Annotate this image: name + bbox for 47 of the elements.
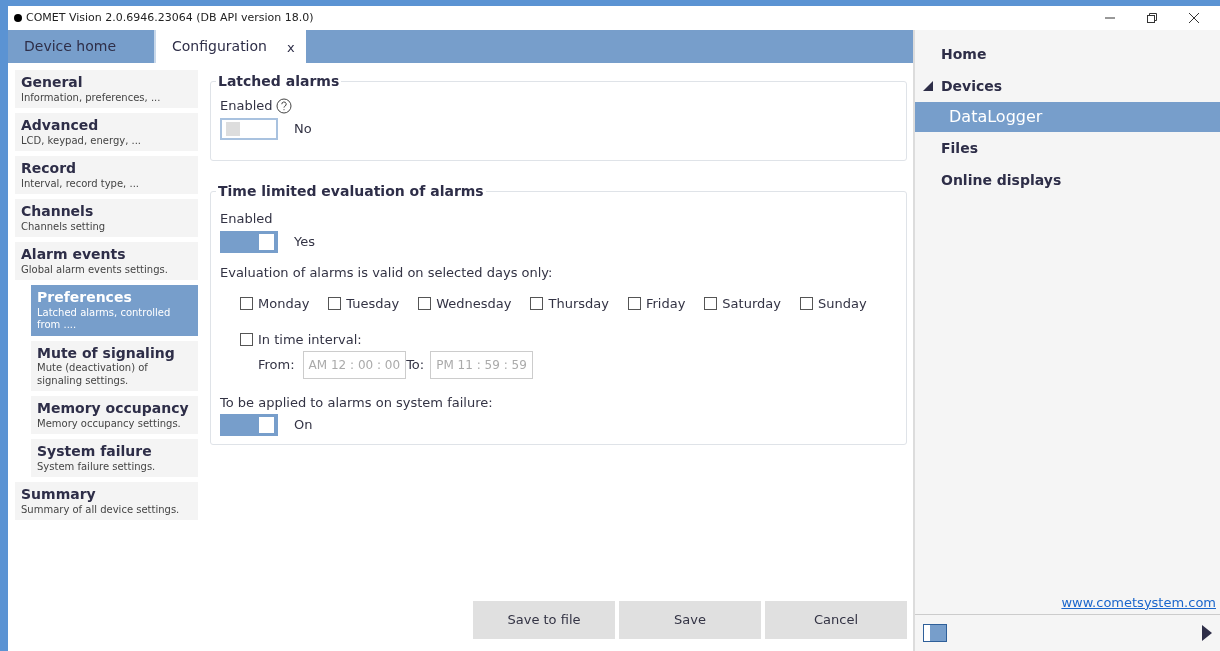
checkbox[interactable]: Wednesday bbox=[418, 294, 512, 314]
restore-icon[interactable] bbox=[1146, 12, 1158, 24]
toggle-state-text: Yes bbox=[294, 232, 315, 251]
toggle-switch[interactable] bbox=[220, 230, 278, 253]
checkbox[interactable]: Monday bbox=[240, 294, 310, 314]
expand-caret-icon[interactable] bbox=[923, 81, 933, 91]
settings-nav-item[interactable]: Advanced LCD, keypad, energy, ... bbox=[15, 113, 198, 151]
settings-nav-item[interactable]: Mute of signaling Mute (deactivation) of signaling settings. bbox=[31, 340, 198, 391]
checkbox[interactable]: In time interval: bbox=[240, 329, 897, 349]
tab-close-button[interactable]: x bbox=[286, 38, 295, 58]
checkbox[interactable]: Thursday bbox=[530, 294, 609, 314]
settings-nav-item[interactable]: Alarm events Global alarm events settings. bbox=[15, 242, 198, 280]
nav-item[interactable]: Home bbox=[915, 38, 1220, 70]
checkbox[interactable]: Friday bbox=[627, 294, 686, 314]
field-label: Enabled bbox=[220, 97, 273, 115]
toggle-switch[interactable] bbox=[220, 413, 278, 436]
tab[interactable]: Configuration x bbox=[156, 30, 306, 63]
settings-nav-item[interactable]: General Information, preferences, ... bbox=[15, 70, 198, 108]
settings-nav-item[interactable]: Channels Channels setting bbox=[15, 199, 198, 237]
website-link[interactable]: www.cometsystem.com bbox=[1061, 592, 1216, 612]
field-label: To: bbox=[406, 356, 425, 375]
window-title: COMET Vision 2.0.6946.23064 (DB API version 18.0) bbox=[26, 9, 314, 26]
settings-nav-item[interactable]: Record Interval, record type, ... bbox=[15, 156, 198, 194]
checkbox[interactable]: Saturday bbox=[704, 294, 781, 314]
action-button[interactable]: Save to file bbox=[473, 601, 615, 639]
app-logo-icon bbox=[14, 14, 22, 22]
nav-item[interactable]: Devices bbox=[915, 70, 1220, 102]
settings-nav-item[interactable]: Summary Summary of all device settings. bbox=[15, 482, 198, 520]
action-button[interactable]: Cancel bbox=[765, 601, 907, 639]
field-label: Enabled bbox=[220, 210, 273, 226]
panel-toggle-icon[interactable] bbox=[923, 624, 947, 642]
field-label: From: bbox=[258, 356, 295, 375]
field-label: To be applied to alarms on system failure: bbox=[220, 394, 494, 412]
settings-nav-item[interactable]: System failure System failure settings. bbox=[31, 439, 198, 477]
settings-nav-item[interactable]: Memory occupancy Memory occupancy settings. bbox=[31, 396, 198, 434]
action-button[interactable]: Save bbox=[619, 601, 761, 639]
field-label: Evaluation of alarms is valid on selected days only: bbox=[220, 263, 554, 282]
checkbox[interactable]: Tuesday bbox=[328, 294, 400, 314]
checkbox[interactable]: Sunday bbox=[799, 294, 867, 314]
help-icon[interactable] bbox=[275, 97, 292, 114]
nav-item[interactable]: Online displays bbox=[915, 164, 1220, 196]
play-arrow-icon[interactable] bbox=[1202, 625, 1212, 641]
close-icon[interactable] bbox=[1188, 12, 1200, 24]
toggle-state-text: On bbox=[294, 415, 313, 434]
nav-item[interactable]: Files bbox=[915, 132, 1220, 164]
toggle-switch[interactable] bbox=[220, 117, 278, 140]
toggle-state-text: No bbox=[294, 119, 312, 138]
